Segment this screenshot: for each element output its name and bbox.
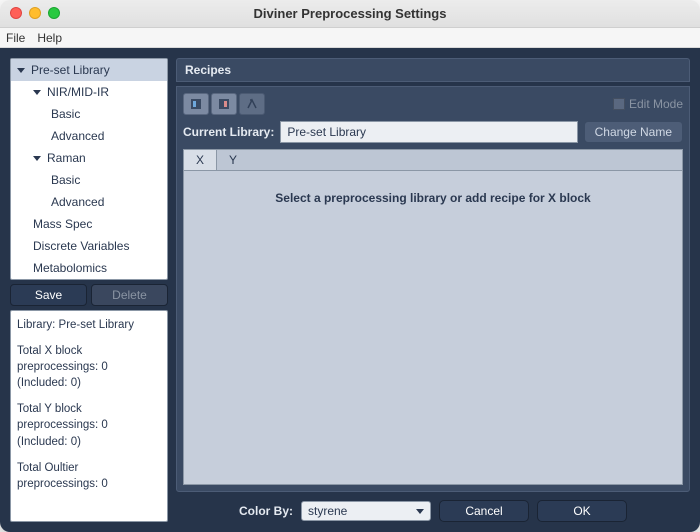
tool-button-2[interactable] (211, 93, 237, 115)
tree-label: Discrete Variables (33, 239, 129, 253)
tree-discrete[interactable]: Discrete Variables (11, 235, 167, 257)
checkbox-icon (613, 98, 625, 110)
tool1-icon (189, 97, 203, 111)
tree-label: Mass Spec (33, 217, 92, 231)
tab-strip (249, 149, 683, 170)
current-library-row: Current Library: Pre-set Library Change … (183, 121, 683, 143)
edit-mode-toggle[interactable]: Edit Mode (613, 97, 683, 111)
tree-label: Metabolomics (33, 261, 107, 275)
block-tabs: X Y (183, 149, 683, 171)
color-by-value: styrene (308, 504, 347, 518)
save-button[interactable]: Save (10, 284, 87, 306)
window-title: Diviner Preprocessing Settings (254, 6, 447, 21)
tree-nir[interactable]: NIR/MID-IR (11, 81, 167, 103)
recipe-content: Select a preprocessing library or add re… (183, 171, 683, 485)
recipes-header: Recipes (176, 58, 690, 82)
library-tree[interactable]: Pre-set Library NIR/MID-IR Basic Advance… (10, 58, 168, 280)
body: Pre-set Library NIR/MID-IR Basic Advance… (0, 48, 700, 532)
close-icon[interactable] (10, 7, 22, 19)
titlebar: Diviner Preprocessing Settings (0, 0, 700, 28)
ok-button[interactable]: OK (537, 500, 627, 522)
tab-y[interactable]: Y (216, 149, 250, 170)
current-library-input[interactable]: Pre-set Library (280, 121, 577, 143)
menu-file[interactable]: File (6, 31, 25, 45)
delete-button[interactable]: Delete (91, 284, 168, 306)
lambda-icon (245, 97, 259, 111)
tree-label: Basic (51, 107, 80, 121)
app-window: Diviner Preprocessing Settings File Help… (0, 0, 700, 532)
menubar: File Help (0, 28, 700, 48)
toolbar: Edit Mode (183, 93, 683, 115)
stats-y-block: Total Y block preprocessings: 0 (Include… (17, 401, 161, 449)
tree-label: Advanced (51, 129, 104, 143)
color-by-select[interactable]: styrene (301, 501, 431, 521)
tree-mass-spec[interactable]: Mass Spec (11, 213, 167, 235)
chevron-down-icon (33, 90, 41, 95)
tree-metabolomics[interactable]: Metabolomics (11, 257, 167, 279)
chevron-down-icon (416, 509, 424, 514)
tree-nir-advanced[interactable]: Advanced (11, 125, 167, 147)
chevron-down-icon (33, 156, 41, 161)
tree-label: Basic (51, 173, 80, 187)
tool2-icon (217, 97, 231, 111)
tree-label: NIR/MID-IR (47, 85, 109, 99)
tree-root[interactable]: Pre-set Library (11, 59, 167, 81)
maximize-icon[interactable] (48, 7, 60, 19)
recipes-body: Edit Mode Current Library: Pre-set Libra… (176, 86, 690, 492)
tool-button-1[interactable] (183, 93, 209, 115)
chevron-down-icon (17, 68, 25, 73)
tree-raman[interactable]: Raman (11, 147, 167, 169)
stats-x-block: Total X block preprocessings: 0 (Include… (17, 343, 161, 391)
stats-outlier: Total Oultier preprocessings: 0 (17, 460, 161, 492)
stats-library: Library: Pre-set Library (17, 317, 161, 333)
footer: Color By: styrene Cancel OK (176, 496, 690, 522)
current-library-label: Current Library: (183, 125, 274, 139)
sidebar-buttons: Save Delete (10, 284, 168, 306)
stats-panel: Library: Pre-set Library Total X block p… (10, 310, 168, 522)
tree-label: Raman (47, 151, 86, 165)
traffic-lights (10, 7, 60, 19)
tree-label: Pre-set Library (31, 63, 110, 77)
tool-button-3[interactable] (239, 93, 265, 115)
change-name-button[interactable]: Change Name (584, 121, 683, 143)
tree-label: Advanced (51, 195, 104, 209)
cancel-button[interactable]: Cancel (439, 500, 529, 522)
main-panel: Recipes (176, 58, 690, 522)
menu-help[interactable]: Help (37, 31, 62, 45)
tree-nir-basic[interactable]: Basic (11, 103, 167, 125)
placeholder-text: Select a preprocessing library or add re… (275, 191, 590, 205)
tree-raman-advanced[interactable]: Advanced (11, 191, 167, 213)
sidebar: Pre-set Library NIR/MID-IR Basic Advance… (10, 58, 168, 522)
tree-raman-basic[interactable]: Basic (11, 169, 167, 191)
minimize-icon[interactable] (29, 7, 41, 19)
tab-x[interactable]: X (183, 149, 217, 170)
color-by-label: Color By: (239, 504, 293, 518)
edit-mode-label: Edit Mode (629, 97, 683, 111)
